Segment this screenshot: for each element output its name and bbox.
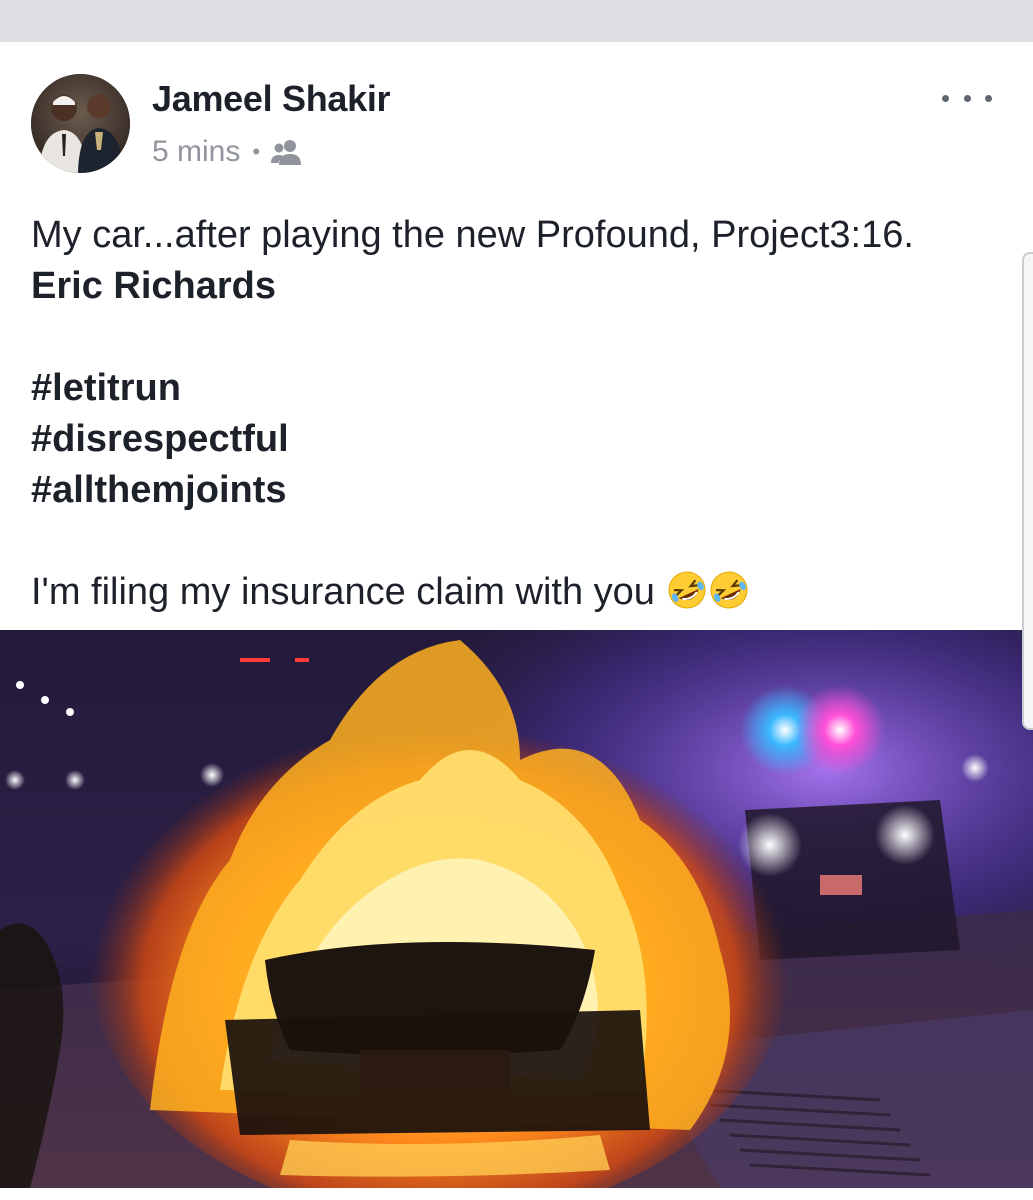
- author-name[interactable]: Jameel Shakir: [152, 78, 391, 120]
- tagged-person-link[interactable]: Eric Richards: [31, 261, 1011, 312]
- meta-separator: •: [252, 139, 261, 164]
- top-strip: [0, 0, 1033, 42]
- post-text: My car...after playing the new Profound,…: [31, 210, 1011, 618]
- post-photo[interactable]: [0, 630, 1033, 1188]
- post-text-closing: I'm filing my insurance claim with you: [31, 571, 655, 613]
- post-text-line: My car...after playing the new Profound,…: [31, 214, 914, 256]
- post-timestamp[interactable]: 5 mins: [152, 135, 240, 169]
- post-card: Jameel Shakir 5 mins • My car...after pl…: [0, 42, 1033, 1200]
- burning-car-photo: [0, 630, 1033, 1188]
- rolling-laughing-emoji-icon: [667, 570, 707, 610]
- hashtag-link[interactable]: #letitrun: [31, 363, 1011, 414]
- more-dot: [963, 94, 971, 102]
- rolling-laughing-emoji-icon: [709, 570, 749, 610]
- more-dot: [985, 94, 992, 102]
- scroll-indicator[interactable]: [1022, 252, 1033, 730]
- friends-icon[interactable]: [270, 138, 304, 166]
- more-dot: [942, 94, 949, 102]
- post-meta: 5 mins •: [152, 132, 304, 172]
- hashtag-link[interactable]: #disrespectful: [31, 414, 1011, 465]
- author-avatar[interactable]: [31, 74, 130, 173]
- avatar-photo: [31, 74, 130, 173]
- post-text-closing-line: I'm filing my insurance claim with you: [31, 567, 1011, 618]
- more-options-icon[interactable]: [942, 86, 992, 110]
- hashtag-link[interactable]: #allthemjoints: [31, 465, 1011, 516]
